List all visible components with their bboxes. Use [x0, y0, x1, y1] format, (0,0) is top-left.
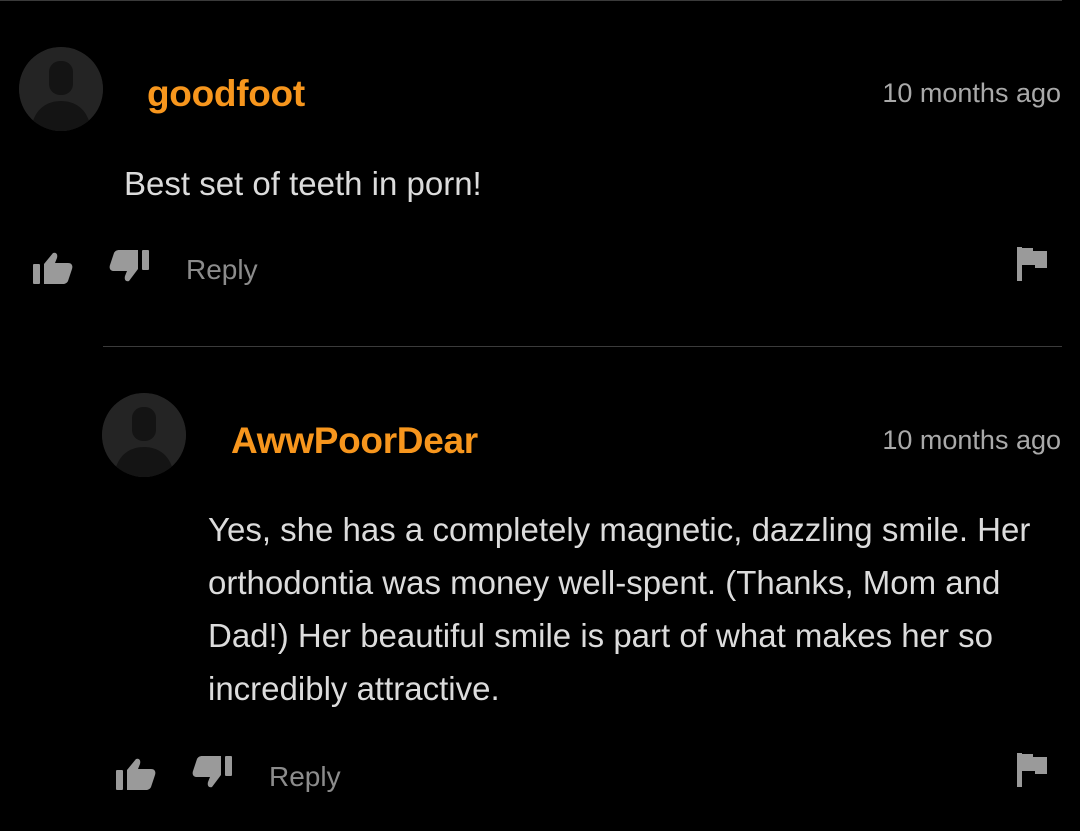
reply-button[interactable]: Reply [269, 763, 341, 791]
username[interactable]: goodfoot [147, 75, 305, 112]
avatar-icon [102, 393, 186, 477]
top-divider [0, 0, 1062, 1]
avatar[interactable] [102, 393, 186, 477]
username[interactable]: AwwPoorDear [231, 422, 478, 459]
like-button[interactable] [32, 251, 74, 290]
thumbs-up-icon [116, 758, 156, 790]
like-button[interactable] [115, 757, 157, 796]
avatar[interactable] [19, 47, 103, 131]
report-button[interactable] [1015, 752, 1049, 793]
flag-icon [1017, 753, 1047, 787]
comment-text: Best set of teeth in porn! [124, 165, 482, 202]
dislike-button[interactable] [108, 249, 150, 288]
dislike-button[interactable] [191, 755, 233, 794]
avatar-icon [19, 47, 103, 131]
thumbs-down-icon [192, 756, 232, 788]
reply-button[interactable]: Reply [186, 256, 258, 284]
timestamp: 10 months ago [882, 78, 1061, 108]
comment-text: Yes, she has a completely magnetic, dazz… [208, 511, 1031, 707]
flag-icon [1017, 247, 1047, 281]
thumbs-up-icon [33, 252, 73, 284]
timestamp: 10 months ago [882, 425, 1061, 455]
comment-divider [103, 346, 1062, 347]
thumbs-down-icon [109, 250, 149, 282]
report-button[interactable] [1015, 246, 1049, 287]
